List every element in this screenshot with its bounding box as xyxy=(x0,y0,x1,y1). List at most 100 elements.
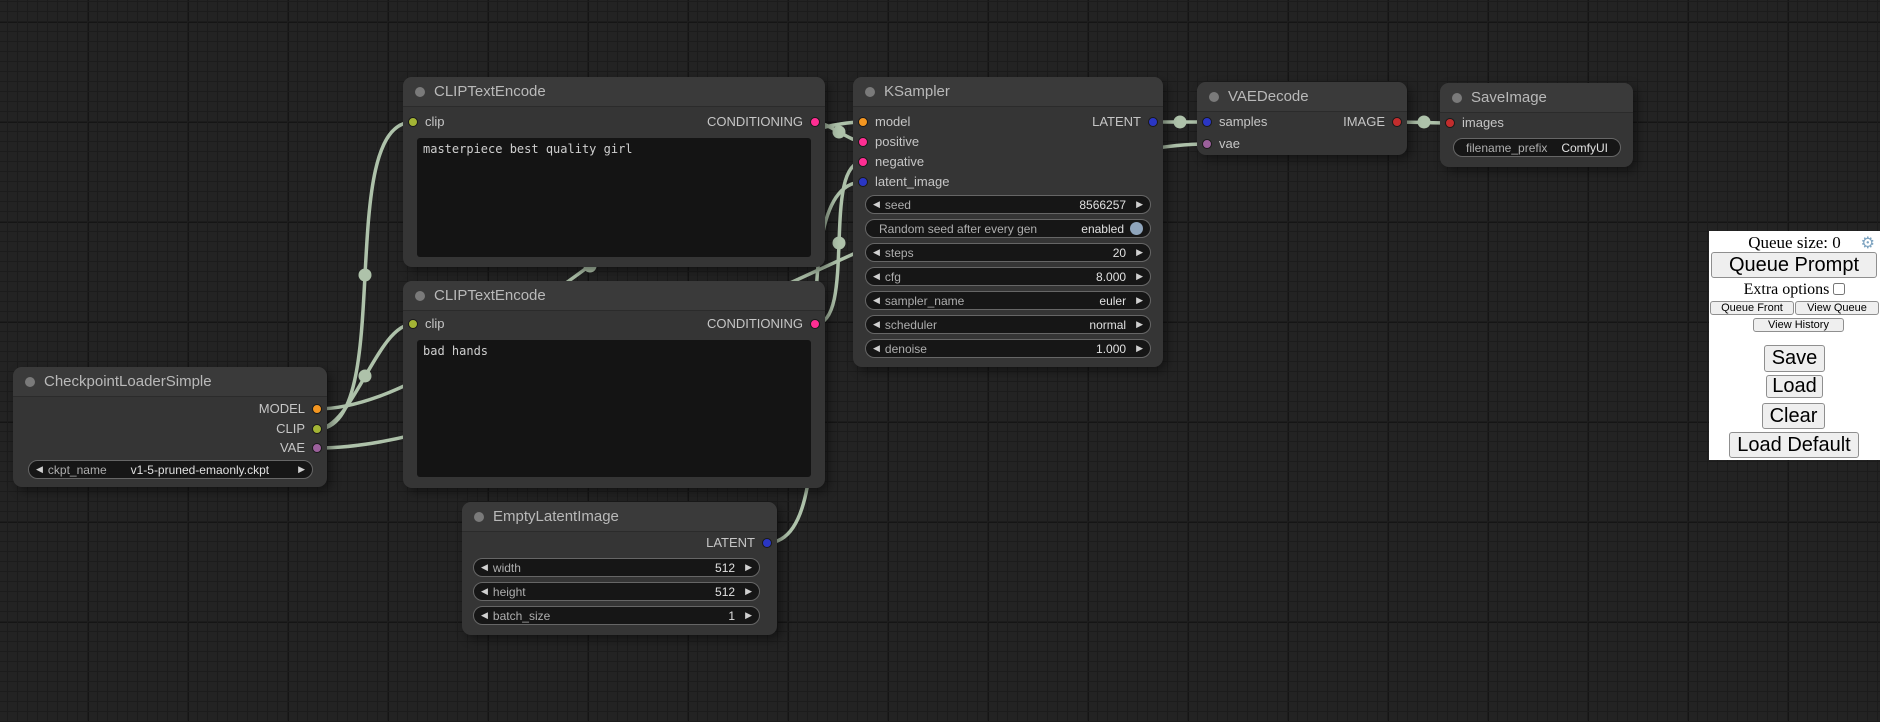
toggle-dot-icon[interactable] xyxy=(1130,222,1143,235)
link-midpoint-dot xyxy=(833,237,846,250)
load-default-button[interactable]: Load Default xyxy=(1729,432,1859,458)
seed-widget[interactable]: ◀ seed 8566257 ▶ xyxy=(865,195,1151,214)
filename-prefix-widget[interactable]: filename_prefix ComfyUI xyxy=(1453,138,1621,157)
prompt-textarea[interactable] xyxy=(417,138,811,257)
input-port-clip[interactable] xyxy=(408,319,418,329)
input-port-images[interactable] xyxy=(1445,118,1455,128)
link-midpoint-dot xyxy=(359,269,372,282)
input-label-samples: samples xyxy=(1219,114,1267,130)
node-titlebar[interactable]: CLIPTextEncode xyxy=(403,281,825,311)
queue-prompt-button[interactable]: Queue Prompt xyxy=(1711,252,1877,278)
node-titlebar[interactable]: VAEDecode xyxy=(1197,82,1407,112)
decrement-arrow-icon[interactable]: ◀ xyxy=(873,291,880,310)
node-titlebar[interactable]: EmptyLatentImage xyxy=(462,502,777,532)
input-port-negative[interactable] xyxy=(858,157,868,167)
settings-gear-icon[interactable]: ⚙ xyxy=(1861,233,1875,252)
scheduler-widget[interactable]: ◀ scheduler normal ▶ xyxy=(865,315,1151,334)
increment-arrow-icon[interactable]: ▶ xyxy=(1136,195,1143,214)
widget-name: width xyxy=(493,561,521,575)
output-port-conditioning[interactable] xyxy=(810,117,820,127)
input-port-clip[interactable] xyxy=(408,117,418,127)
batch-size-widget[interactable]: ◀ batch_size 1 ▶ xyxy=(473,606,760,625)
node-clip-text-encode-positive[interactable]: CLIPTextEncode clip CONDITIONING xyxy=(403,77,825,267)
input-label-latent-image: latent_image xyxy=(875,174,949,190)
prompt-textarea[interactable] xyxy=(417,340,811,477)
collapse-dot-icon[interactable] xyxy=(415,291,425,301)
denoise-widget[interactable]: ◀ denoise 1.000 ▶ xyxy=(865,339,1151,358)
node-titlebar[interactable]: CLIPTextEncode xyxy=(403,77,825,107)
extra-options-label: Extra options xyxy=(1744,281,1830,298)
increment-arrow-icon[interactable]: ▶ xyxy=(1136,243,1143,262)
random-seed-toggle-widget[interactable]: Random seed after every gen enabled xyxy=(865,219,1151,238)
widget-name: Random seed after every gen xyxy=(879,222,1037,236)
steps-widget[interactable]: ◀ steps 20 ▶ xyxy=(865,243,1151,262)
node-vae-decode[interactable]: VAEDecode samples vae IMAGE xyxy=(1197,82,1407,155)
ckpt-name-widget[interactable]: ◀ ckpt_name v1-5-pruned-emaonly.ckpt ▶ xyxy=(28,460,313,479)
output-port-model[interactable] xyxy=(312,404,322,414)
clear-button[interactable]: Clear xyxy=(1762,403,1825,429)
output-port-latent[interactable] xyxy=(762,538,772,548)
sampler-name-widget[interactable]: ◀ sampler_name euler ▶ xyxy=(865,291,1151,310)
decrement-arrow-icon[interactable]: ◀ xyxy=(481,582,488,601)
output-port-conditioning[interactable] xyxy=(810,319,820,329)
node-titlebar[interactable]: CheckpointLoaderSimple xyxy=(13,367,327,397)
output-label-image: IMAGE xyxy=(1343,114,1385,130)
input-port-latent-image[interactable] xyxy=(858,177,868,187)
decrement-arrow-icon[interactable]: ◀ xyxy=(873,339,880,358)
node-titlebar[interactable]: SaveImage xyxy=(1440,83,1633,113)
node-title-label: EmptyLatentImage xyxy=(493,508,619,525)
increment-arrow-icon[interactable]: ▶ xyxy=(298,460,305,479)
collapse-dot-icon[interactable] xyxy=(474,512,484,522)
collapse-dot-icon[interactable] xyxy=(865,87,875,97)
link-midpoint-dot xyxy=(1174,116,1187,129)
load-button[interactable]: Load xyxy=(1766,375,1823,398)
increment-arrow-icon[interactable]: ▶ xyxy=(1136,339,1143,358)
output-port-vae[interactable] xyxy=(312,443,322,453)
widget-value: ComfyUI xyxy=(1552,141,1613,155)
increment-arrow-icon[interactable]: ▶ xyxy=(1136,267,1143,286)
collapse-dot-icon[interactable] xyxy=(1209,92,1219,102)
decrement-arrow-icon[interactable]: ◀ xyxy=(873,315,880,334)
node-ksampler[interactable]: KSampler model positive negative latent_… xyxy=(853,77,1163,367)
decrement-arrow-icon[interactable]: ◀ xyxy=(873,243,880,262)
increment-arrow-icon[interactable]: ▶ xyxy=(745,582,752,601)
cfg-widget[interactable]: ◀ cfg 8.000 ▶ xyxy=(865,267,1151,286)
decrement-arrow-icon[interactable]: ◀ xyxy=(36,460,43,479)
input-port-vae[interactable] xyxy=(1202,139,1212,149)
increment-arrow-icon[interactable]: ▶ xyxy=(1136,315,1143,334)
decrement-arrow-icon[interactable]: ◀ xyxy=(481,558,488,577)
width-widget[interactable]: ◀ width 512 ▶ xyxy=(473,558,760,577)
collapse-dot-icon[interactable] xyxy=(1452,93,1462,103)
link-midpoint-dot xyxy=(359,370,372,383)
output-label-vae: VAE xyxy=(280,440,305,456)
input-label-positive: positive xyxy=(875,134,919,150)
node-title-label: SaveImage xyxy=(1471,89,1547,106)
output-port-image[interactable] xyxy=(1392,117,1402,127)
view-history-button[interactable]: View History xyxy=(1753,318,1844,332)
decrement-arrow-icon[interactable]: ◀ xyxy=(873,267,880,286)
view-queue-button[interactable]: View Queue xyxy=(1795,301,1879,315)
output-port-clip[interactable] xyxy=(312,424,322,434)
input-port-samples[interactable] xyxy=(1202,117,1212,127)
decrement-arrow-icon[interactable]: ◀ xyxy=(873,195,880,214)
node-empty-latent-image[interactable]: EmptyLatentImage LATENT ◀ width 512 ▶ ◀ … xyxy=(462,502,777,635)
node-titlebar[interactable]: KSampler xyxy=(853,77,1163,107)
output-label-clip: CLIP xyxy=(276,421,305,437)
increment-arrow-icon[interactable]: ▶ xyxy=(745,606,752,625)
input-port-model[interactable] xyxy=(858,117,868,127)
increment-arrow-icon[interactable]: ▶ xyxy=(1136,291,1143,310)
node-clip-text-encode-negative[interactable]: CLIPTextEncode clip CONDITIONING xyxy=(403,281,825,488)
save-button[interactable]: Save xyxy=(1764,345,1825,372)
extra-options-checkbox[interactable] xyxy=(1833,283,1845,295)
output-port-latent[interactable] xyxy=(1148,117,1158,127)
node-save-image[interactable]: SaveImage images filename_prefix ComfyUI xyxy=(1440,83,1633,167)
increment-arrow-icon[interactable]: ▶ xyxy=(745,558,752,577)
queue-front-button[interactable]: Queue Front xyxy=(1710,301,1794,315)
decrement-arrow-icon[interactable]: ◀ xyxy=(481,606,488,625)
input-port-positive[interactable] xyxy=(858,137,868,147)
collapse-dot-icon[interactable] xyxy=(25,377,35,387)
height-widget[interactable]: ◀ height 512 ▶ xyxy=(473,582,760,601)
collapse-dot-icon[interactable] xyxy=(415,87,425,97)
node-checkpoint-loader[interactable]: CheckpointLoaderSimple MODEL CLIP VAE ◀ … xyxy=(13,367,327,487)
widget-name: seed xyxy=(885,198,911,212)
